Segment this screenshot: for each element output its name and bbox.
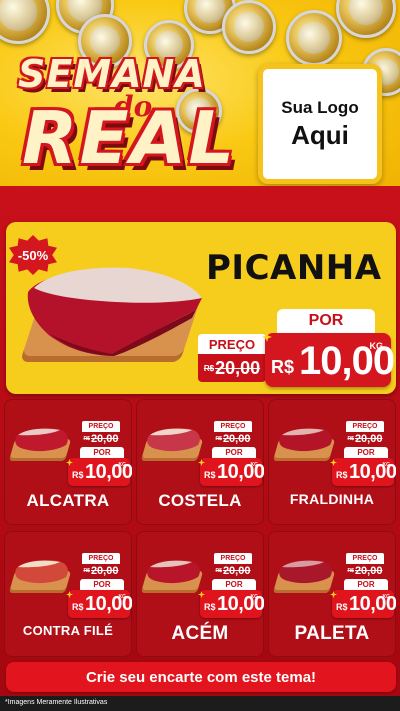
product-name: COSTELA (158, 491, 242, 510)
product-name: ALCATRA (26, 491, 110, 510)
old-price: R$ 20,00 (346, 432, 384, 446)
meat-image (147, 428, 200, 452)
old-price-value: 20,00 (222, 565, 251, 577)
new-price: R$ 10,00 KG (332, 458, 396, 486)
currency-label: R$ (336, 470, 348, 480)
price-label: PREÇO (214, 553, 252, 564)
por-label: POR (344, 579, 388, 590)
logo-placeholder: Sua Logo Aqui (258, 64, 382, 184)
product-name: FRALDINHA (289, 491, 375, 507)
featured-product-name: PICANHA (206, 248, 382, 288)
por-label: POR (212, 579, 256, 590)
currency-label: R$ (336, 602, 348, 612)
old-currency: R$ (215, 436, 222, 442)
currency-label: R$ (204, 470, 216, 480)
currency-label: R$ (271, 357, 295, 377)
currency-label: R$ (204, 602, 216, 612)
product-card: PREÇO R$ 20,00 POR R$ 10,00 KG FRALDINHA (268, 399, 396, 525)
unit-label: KG (382, 594, 391, 600)
header-banner: SEMANA do REAL Sua Logo Aqui (0, 0, 400, 200)
meat-image (15, 428, 68, 452)
product-card: PREÇO R$ 20,00 POR R$ 10,00 KG ALCATRA (4, 399, 132, 525)
product-card: PREÇO R$ 20,00 POR R$ 10,00 KG COSTELA (136, 399, 264, 525)
old-price-value: 20,00 (90, 565, 119, 577)
product-name: PALETA (294, 623, 370, 644)
meat-image (279, 560, 332, 584)
old-currency: R$ (83, 436, 90, 442)
cta-banner[interactable]: Crie seu encarte com este tema! (6, 662, 396, 692)
product-card: PREÇO R$ 20,00 POR R$ 10,00 KG ACÉM (136, 531, 264, 657)
coin-image (0, 0, 50, 44)
por-label: POR (80, 579, 124, 590)
old-currency: R$ (347, 436, 354, 442)
product-card: PREÇO R$ 20,00 POR R$ 10,00 KG CONTRA FILÉ (4, 531, 132, 657)
product-name: CONTRA FILÉ (22, 623, 114, 638)
product-name: ACÉM (171, 623, 229, 644)
featured-price-label: PREÇO (198, 334, 266, 354)
new-price: R$ 10,00 KG (200, 458, 264, 486)
picanha-image (27, 267, 203, 356)
por-label: POR (344, 447, 388, 458)
unit-label: KG (250, 594, 259, 600)
unit-label: KG (118, 594, 127, 600)
new-price: R$ 10,00 KG (332, 590, 396, 618)
meat-image (279, 428, 332, 452)
featured-old-price: R$ 20,00 (198, 354, 266, 382)
old-price-value: 20,00 (215, 357, 261, 378)
price-label: PREÇO (346, 421, 384, 432)
new-price: R$ 10,00 KG (68, 458, 132, 486)
currency-label: R$ (72, 470, 84, 480)
coin-image (336, 0, 396, 38)
meat-image (15, 560, 68, 584)
old-price: R$ 20,00 (82, 564, 120, 578)
old-currency: R$ (203, 363, 215, 373)
old-price: R$ 20,00 (214, 564, 252, 578)
coin-image (286, 10, 342, 66)
unit-label: KG (369, 341, 384, 351)
disclaimer-text: *Imagens Meramente Ilustrativas (5, 699, 108, 706)
por-label: POR (80, 447, 124, 458)
unit-label: KG (118, 462, 127, 468)
unit-label: KG (382, 462, 391, 468)
price-label: PREÇO (346, 553, 384, 564)
currency-label: R$ (72, 602, 84, 612)
old-price: R$ 20,00 (82, 432, 120, 446)
meat-image (147, 560, 200, 584)
logo-line-1: Sua Logo (281, 97, 359, 117)
price-label: PREÇO (82, 553, 120, 564)
unit-label: KG (250, 462, 259, 468)
old-currency: R$ (83, 568, 90, 574)
old-price-value: 20,00 (222, 433, 251, 445)
coin-image (222, 0, 276, 54)
logo-line-2: Aqui (291, 119, 349, 150)
por-label: POR (212, 447, 256, 458)
old-currency: R$ (347, 568, 354, 574)
old-price-value: 20,00 (354, 565, 383, 577)
title-real: REAL (22, 96, 237, 180)
old-price-value: 20,00 (90, 433, 119, 445)
title-semana: SEMANA (18, 52, 206, 96)
promo-title: SEMANA do REAL (14, 52, 244, 182)
featured-por-label: POR (277, 309, 375, 333)
product-card: PREÇO R$ 20,00 POR R$ 10,00 KG PALETA (268, 531, 396, 657)
price-label: PREÇO (214, 421, 252, 432)
price-label: PREÇO (82, 421, 120, 432)
old-price: R$ 20,00 (346, 564, 384, 578)
featured-new-price: R$ 10,00 KG (265, 333, 395, 387)
new-price: R$ 10,00 KG (68, 590, 132, 618)
old-price: R$ 20,00 (214, 432, 252, 446)
new-price: R$ 10,00 KG (200, 590, 264, 618)
old-currency: R$ (215, 568, 222, 574)
old-price-value: 20,00 (354, 433, 383, 445)
